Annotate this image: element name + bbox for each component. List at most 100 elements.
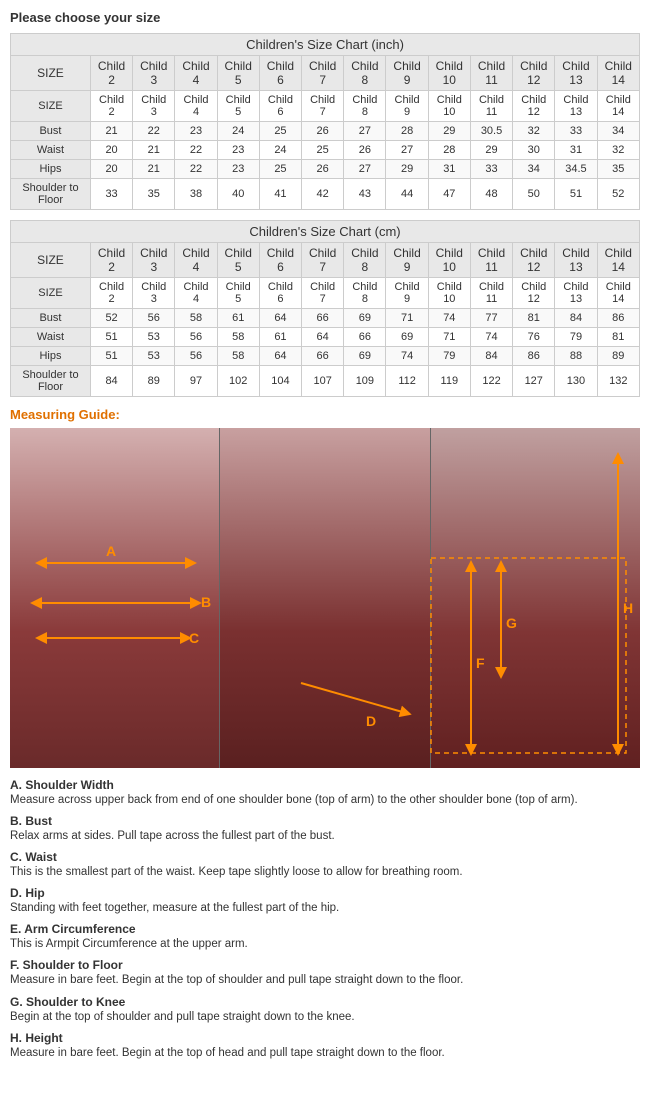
table-cell: Child2 xyxy=(90,91,132,122)
child13-header: Child13 xyxy=(555,56,597,91)
table-cell: 64 xyxy=(302,328,344,347)
table-cell: 66 xyxy=(302,347,344,366)
child9-header: Child9 xyxy=(386,56,428,91)
table-cell: 21 xyxy=(133,141,175,160)
guide-item-d: D. HipStanding with feet together, measu… xyxy=(10,886,640,916)
table-cell: 43 xyxy=(344,179,386,210)
table-cell: 64 xyxy=(259,309,301,328)
table-cell: Child11 xyxy=(470,278,512,309)
table-cell: Child7 xyxy=(302,91,344,122)
guide-item-desc: Measure in bare feet. Begin at the top o… xyxy=(10,1047,445,1059)
guide-item-c: C. WaistThis is the smallest part of the… xyxy=(10,850,640,880)
table-cell: 84 xyxy=(555,309,597,328)
table-cell: 44 xyxy=(386,179,428,210)
guide-item-title: D. Hip xyxy=(10,886,45,900)
table-cell: Child10 xyxy=(428,91,470,122)
svg-text:B: B xyxy=(201,594,211,610)
table-cell: 23 xyxy=(217,141,259,160)
table-cell: 33 xyxy=(555,122,597,141)
child3-header: Child3 xyxy=(133,56,175,91)
table-cell: 66 xyxy=(302,309,344,328)
table-cell: Child9 xyxy=(386,91,428,122)
table-cell: 112 xyxy=(386,366,428,397)
table-row: Waist51535658616466697174767981 xyxy=(11,328,640,347)
table-cell: 69 xyxy=(344,309,386,328)
table-cell: Child6 xyxy=(259,91,301,122)
child8-header-cm: Child8 xyxy=(344,243,386,278)
child6-header: Child6 xyxy=(259,56,301,91)
table-cell: 29 xyxy=(470,141,512,160)
table-cell: 71 xyxy=(428,328,470,347)
table-cell: 102 xyxy=(217,366,259,397)
table-cell: 79 xyxy=(428,347,470,366)
row-label-cell: Hips xyxy=(11,347,91,366)
table-cell: 40 xyxy=(217,179,259,210)
table-cell: Child3 xyxy=(133,91,175,122)
table-cell: 22 xyxy=(133,122,175,141)
table-cell: 52 xyxy=(90,309,132,328)
table-cell: 66 xyxy=(344,328,386,347)
table-cell: 76 xyxy=(513,328,555,347)
table-cell: 56 xyxy=(133,309,175,328)
table-cell: Child7 xyxy=(302,278,344,309)
table-cell: 26 xyxy=(344,141,386,160)
table-cell: Child9 xyxy=(386,278,428,309)
table-cell: 109 xyxy=(344,366,386,397)
table-cell: 24 xyxy=(259,141,301,160)
table-cell: 20 xyxy=(90,141,132,160)
child4-header-cm: Child4 xyxy=(175,243,217,278)
table-cell: 21 xyxy=(133,160,175,179)
child8-header: Child8 xyxy=(344,56,386,91)
table-cell: 32 xyxy=(597,141,639,160)
guide-item-a: A. Shoulder WidthMeasure across upper ba… xyxy=(10,778,640,808)
table-cell: 86 xyxy=(513,347,555,366)
table-cell: 64 xyxy=(259,347,301,366)
guide-item-b: B. BustRelax arms at sides. Pull tape ac… xyxy=(10,814,640,844)
table-cell: 56 xyxy=(175,347,217,366)
table-cell: 25 xyxy=(259,160,301,179)
table-cell: 25 xyxy=(259,122,301,141)
child2-header: Child2 xyxy=(90,56,132,91)
row-label-cell: Shoulder toFloor xyxy=(11,366,91,397)
table-cell: 127 xyxy=(513,366,555,397)
table-cell: Child13 xyxy=(555,278,597,309)
table-cell: 58 xyxy=(217,347,259,366)
table-row: Hips51535658646669747984868889 xyxy=(11,347,640,366)
table-cell: Child3 xyxy=(133,278,175,309)
table-cell: 88 xyxy=(555,347,597,366)
table-cell: 77 xyxy=(470,309,512,328)
table-row: Shoulder toFloor333538404142434447485051… xyxy=(11,179,640,210)
table-row: Hips202122232526272931333434.535 xyxy=(11,160,640,179)
table-cell: Child10 xyxy=(428,278,470,309)
table-cell: 26 xyxy=(302,122,344,141)
table-cell: 47 xyxy=(428,179,470,210)
table-cell: 31 xyxy=(428,160,470,179)
svg-text:G: G xyxy=(506,615,517,631)
table-cell: 74 xyxy=(428,309,470,328)
guide-item-title: H. Height xyxy=(10,1031,63,1045)
table-cell: 29 xyxy=(386,160,428,179)
table-cell: 30 xyxy=(513,141,555,160)
table-cell: 48 xyxy=(470,179,512,210)
table-cell: 74 xyxy=(470,328,512,347)
table-cell: 104 xyxy=(259,366,301,397)
table-cell: 74 xyxy=(386,347,428,366)
table-cell: 89 xyxy=(597,347,639,366)
child14-header-cm: Child14 xyxy=(597,243,639,278)
table-cell: 42 xyxy=(302,179,344,210)
child9-header-cm: Child9 xyxy=(386,243,428,278)
table-row: Shoulder toFloor848997102104107109112119… xyxy=(11,366,640,397)
table-row: Waist20212223242526272829303132 xyxy=(11,141,640,160)
table-cell: 50 xyxy=(513,179,555,210)
guide-item-h: H. Height Measure in bare feet. Begin at … xyxy=(10,1031,640,1061)
table-cell: 24 xyxy=(217,122,259,141)
table-cell: 30.5 xyxy=(470,122,512,141)
table-cell: 23 xyxy=(175,122,217,141)
table-cell: Child2 xyxy=(90,278,132,309)
guide-item-desc: Relax arms at sides. Pull tape across th… xyxy=(10,830,335,842)
table-cell: 97 xyxy=(175,366,217,397)
table-cell: 20 xyxy=(90,160,132,179)
table-cell: 34 xyxy=(513,160,555,179)
table-cell: Child8 xyxy=(344,278,386,309)
table-cell: Child14 xyxy=(597,91,639,122)
